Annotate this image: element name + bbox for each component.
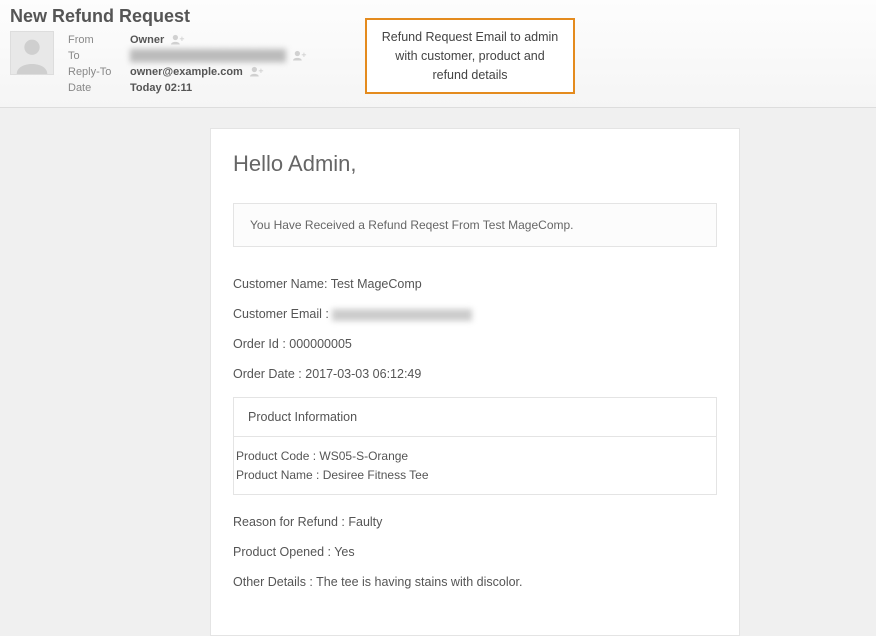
customer-email-line: Customer Email : [233, 307, 717, 321]
from-value: Owner [130, 33, 307, 47]
order-date-line: Order Date : 2017-03-03 06:12:49 [233, 367, 717, 381]
product-info-box: Product Information Product Code : WS05-… [233, 397, 717, 494]
from-label: From [68, 33, 128, 47]
avatar [10, 31, 54, 75]
greeting: Hello Admin, [233, 151, 717, 177]
to-value: ████████████████████ [130, 49, 307, 63]
email-body-area: Hello Admin, You Have Received a Refund … [0, 108, 876, 635]
other-details-line: Other Details : The tee is having stains… [233, 575, 717, 589]
add-contact-icon[interactable] [293, 50, 307, 62]
customer-name-line: Customer Name: Test MageComp [233, 277, 717, 291]
opened-line: Product Opened : Yes [233, 545, 717, 559]
date-value: Today 02:11 [130, 81, 307, 95]
email-card: Hello Admin, You Have Received a Refund … [210, 128, 740, 635]
date-label: Date [68, 81, 128, 95]
add-contact-icon[interactable] [171, 34, 185, 46]
replyto-value: owner@example.com [130, 65, 307, 79]
add-contact-icon[interactable] [250, 66, 264, 78]
order-id-line: Order Id : 000000005 [233, 337, 717, 351]
notice-box: You Have Received a Refund Reqest From T… [233, 203, 717, 247]
reason-line: Reason for Refund : Faulty [233, 515, 717, 529]
product-name-line: Product Name : Desiree Fitness Tee [236, 466, 714, 485]
product-code-line: Product Code : WS05-S-Orange [236, 447, 714, 466]
product-info-heading: Product Information [234, 398, 716, 437]
to-label: To [68, 49, 128, 63]
email-header: New Refund Request From Owner To ███████… [0, 0, 876, 108]
annotation-callout: Refund Request Email to admin with custo… [365, 18, 575, 94]
redacted-email [332, 309, 472, 321]
replyto-label: Reply-To [68, 65, 128, 79]
